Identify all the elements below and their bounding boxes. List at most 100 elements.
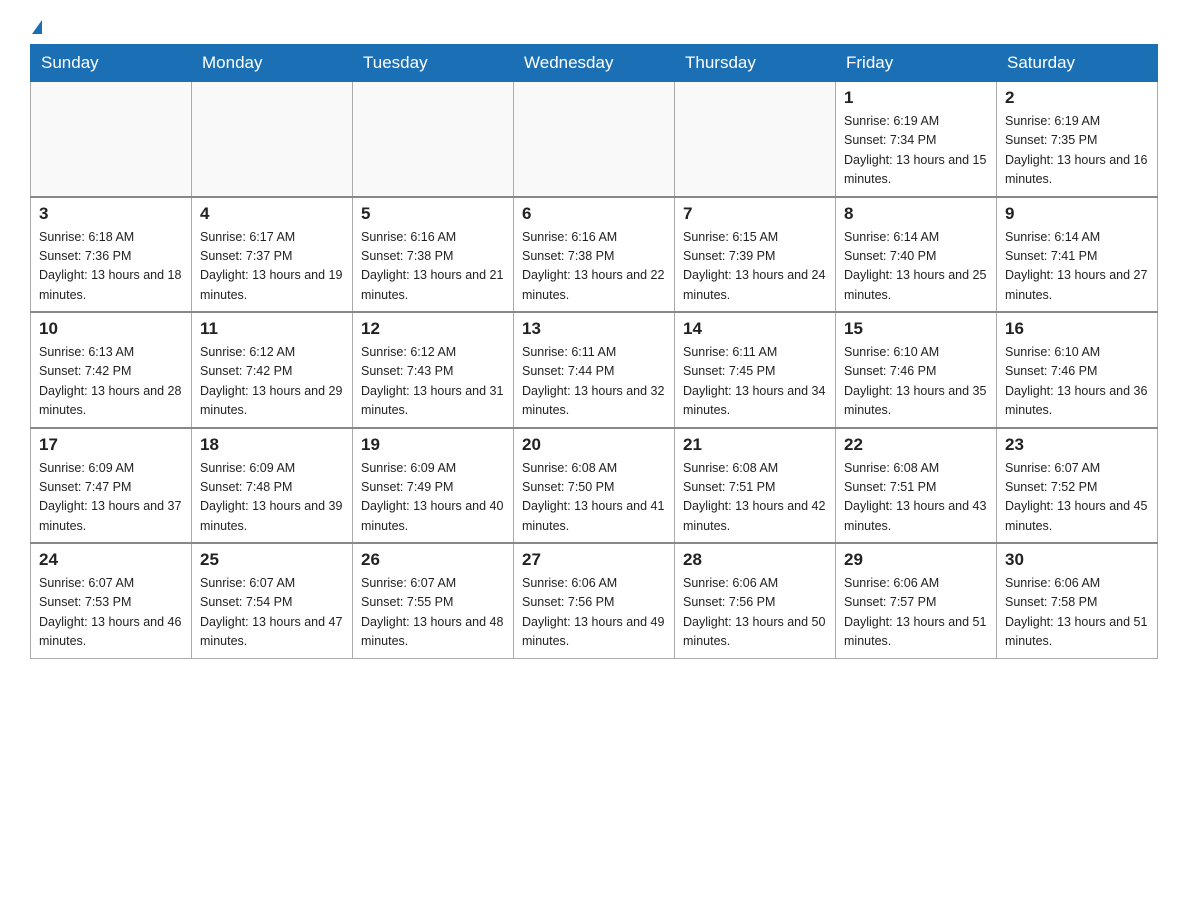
- day-number: 10: [39, 319, 183, 339]
- calendar-cell: 24 Sunrise: 6:07 AMSunset: 7:53 PMDayligh…: [31, 543, 192, 658]
- logo-triangle-icon: [32, 20, 42, 34]
- calendar-cell: 7Sunrise: 6:15 AMSunset: 7:39 PMDaylight…: [675, 197, 836, 313]
- day-number: 18: [200, 435, 344, 455]
- calendar-cell: 2 Sunrise: 6:19 AMSunset: 7:35 PMDaylight…: [997, 82, 1158, 197]
- day-number: 27: [522, 550, 666, 570]
- weekday-header-monday: Monday: [192, 45, 353, 82]
- calendar-cell: 26 Sunrise: 6:07 AMSunset: 7:55 PMDayligh…: [353, 543, 514, 658]
- calendar-cell: 5 Sunrise: 6:16 AMSunset: 7:38 PMDaylight…: [353, 197, 514, 313]
- day-number: 28: [683, 550, 827, 570]
- day-number: 25: [200, 550, 344, 570]
- calendar-header-row: SundayMondayTuesdayWednesdayThursdayFrid…: [31, 45, 1158, 82]
- calendar-cell: 15Sunrise: 6:10 AMSunset: 7:46 PMDayligh…: [836, 312, 997, 428]
- calendar-cell: 14 Sunrise: 6:11 AMSunset: 7:45 PMDayligh…: [675, 312, 836, 428]
- weekday-header-sunday: Sunday: [31, 45, 192, 82]
- day-info: Sunrise: 6:09 AMSunset: 7:49 PMDaylight:…: [361, 459, 505, 537]
- day-info: Sunrise: 6:11 AMSunset: 7:45 PMDaylight:…: [683, 343, 827, 421]
- day-info: Sunrise: 6:06 AMSunset: 7:56 PMDaylight:…: [683, 574, 827, 652]
- day-info: Sunrise: 6:07 AMSunset: 7:54 PMDaylight:…: [200, 574, 344, 652]
- weekday-header-wednesday: Wednesday: [514, 45, 675, 82]
- day-info: Sunrise: 6:06 AMSunset: 7:56 PMDaylight:…: [522, 574, 666, 652]
- day-number: 5: [361, 204, 505, 224]
- day-info: Sunrise: 6:08 AMSunset: 7:51 PMDaylight:…: [683, 459, 827, 537]
- calendar-cell: 19 Sunrise: 6:09 AMSunset: 7:49 PMDayligh…: [353, 428, 514, 544]
- logo: [30, 20, 42, 34]
- day-number: 14: [683, 319, 827, 339]
- calendar-cell: 3 Sunrise: 6:18 AMSunset: 7:36 PMDaylight…: [31, 197, 192, 313]
- day-number: 4: [200, 204, 344, 224]
- calendar-cell: 12 Sunrise: 6:12 AMSunset: 7:43 PMDayligh…: [353, 312, 514, 428]
- day-number: 9: [1005, 204, 1149, 224]
- day-number: 17: [39, 435, 183, 455]
- calendar-week-row: 1 Sunrise: 6:19 AMSunset: 7:34 PMDaylight…: [31, 82, 1158, 197]
- calendar-cell: 30Sunrise: 6:06 AMSunset: 7:58 PMDayligh…: [997, 543, 1158, 658]
- calendar-cell: 28 Sunrise: 6:06 AMSunset: 7:56 PMDayligh…: [675, 543, 836, 658]
- day-info: Sunrise: 6:11 AMSunset: 7:44 PMDaylight:…: [522, 343, 666, 421]
- calendar-cell: 18 Sunrise: 6:09 AMSunset: 7:48 PMDayligh…: [192, 428, 353, 544]
- day-number: 24: [39, 550, 183, 570]
- day-number: 8: [844, 204, 988, 224]
- day-number: 22: [844, 435, 988, 455]
- calendar-cell: [31, 82, 192, 197]
- calendar-cell: 8 Sunrise: 6:14 AMSunset: 7:40 PMDaylight…: [836, 197, 997, 313]
- day-number: 12: [361, 319, 505, 339]
- day-info: Sunrise: 6:14 AMSunset: 7:41 PMDaylight:…: [1005, 228, 1149, 306]
- calendar-cell: 9 Sunrise: 6:14 AMSunset: 7:41 PMDaylight…: [997, 197, 1158, 313]
- calendar-cell: 29 Sunrise: 6:06 AMSunset: 7:57 PMDayligh…: [836, 543, 997, 658]
- day-info: Sunrise: 6:06 AMSunset: 7:58 PMDaylight:…: [1005, 574, 1149, 652]
- day-number: 16: [1005, 319, 1149, 339]
- day-number: 6: [522, 204, 666, 224]
- calendar-cell: 11 Sunrise: 6:12 AMSunset: 7:42 PMDayligh…: [192, 312, 353, 428]
- calendar-cell: 27 Sunrise: 6:06 AMSunset: 7:56 PMDayligh…: [514, 543, 675, 658]
- calendar-cell: [514, 82, 675, 197]
- day-number: 26: [361, 550, 505, 570]
- calendar-week-row: 17 Sunrise: 6:09 AMSunset: 7:47 PMDayligh…: [31, 428, 1158, 544]
- day-info: Sunrise: 6:13 AMSunset: 7:42 PMDaylight:…: [39, 343, 183, 421]
- calendar-cell: 13 Sunrise: 6:11 AMSunset: 7:44 PMDayligh…: [514, 312, 675, 428]
- day-number: 13: [522, 319, 666, 339]
- calendar-cell: 10 Sunrise: 6:13 AMSunset: 7:42 PMDayligh…: [31, 312, 192, 428]
- day-info: Sunrise: 6:16 AMSunset: 7:38 PMDaylight:…: [522, 228, 666, 306]
- day-number: 7: [683, 204, 827, 224]
- calendar-week-row: 24 Sunrise: 6:07 AMSunset: 7:53 PMDayligh…: [31, 543, 1158, 658]
- day-number: 29: [844, 550, 988, 570]
- calendar-cell: 25 Sunrise: 6:07 AMSunset: 7:54 PMDayligh…: [192, 543, 353, 658]
- day-number: 20: [522, 435, 666, 455]
- day-number: 1: [844, 88, 988, 108]
- calendar-cell: 16Sunrise: 6:10 AMSunset: 7:46 PMDayligh…: [997, 312, 1158, 428]
- calendar-cell: [675, 82, 836, 197]
- day-info: Sunrise: 6:06 AMSunset: 7:57 PMDaylight:…: [844, 574, 988, 652]
- day-number: 3: [39, 204, 183, 224]
- weekday-header-saturday: Saturday: [997, 45, 1158, 82]
- calendar-week-row: 10 Sunrise: 6:13 AMSunset: 7:42 PMDayligh…: [31, 312, 1158, 428]
- calendar-cell: 6 Sunrise: 6:16 AMSunset: 7:38 PMDaylight…: [514, 197, 675, 313]
- day-info: Sunrise: 6:12 AMSunset: 7:42 PMDaylight:…: [200, 343, 344, 421]
- day-info: Sunrise: 6:18 AMSunset: 7:36 PMDaylight:…: [39, 228, 183, 306]
- day-info: Sunrise: 6:12 AMSunset: 7:43 PMDaylight:…: [361, 343, 505, 421]
- day-info: Sunrise: 6:08 AMSunset: 7:50 PMDaylight:…: [522, 459, 666, 537]
- calendar-cell: 22 Sunrise: 6:08 AMSunset: 7:51 PMDayligh…: [836, 428, 997, 544]
- day-info: Sunrise: 6:19 AMSunset: 7:34 PMDaylight:…: [844, 112, 988, 190]
- day-info: Sunrise: 6:19 AMSunset: 7:35 PMDaylight:…: [1005, 112, 1149, 190]
- day-number: 23: [1005, 435, 1149, 455]
- weekday-header-tuesday: Tuesday: [353, 45, 514, 82]
- day-info: Sunrise: 6:09 AMSunset: 7:47 PMDaylight:…: [39, 459, 183, 537]
- day-info: Sunrise: 6:09 AMSunset: 7:48 PMDaylight:…: [200, 459, 344, 537]
- day-info: Sunrise: 6:08 AMSunset: 7:51 PMDaylight:…: [844, 459, 988, 537]
- calendar-cell: 20 Sunrise: 6:08 AMSunset: 7:50 PMDayligh…: [514, 428, 675, 544]
- day-number: 2: [1005, 88, 1149, 108]
- calendar-cell: 17 Sunrise: 6:09 AMSunset: 7:47 PMDayligh…: [31, 428, 192, 544]
- day-info: Sunrise: 6:07 AMSunset: 7:55 PMDaylight:…: [361, 574, 505, 652]
- day-info: Sunrise: 6:07 AMSunset: 7:53 PMDaylight:…: [39, 574, 183, 652]
- day-number: 19: [361, 435, 505, 455]
- calendar-cell: [353, 82, 514, 197]
- day-info: Sunrise: 6:16 AMSunset: 7:38 PMDaylight:…: [361, 228, 505, 306]
- weekday-header-friday: Friday: [836, 45, 997, 82]
- day-number: 11: [200, 319, 344, 339]
- weekday-header-thursday: Thursday: [675, 45, 836, 82]
- day-number: 21: [683, 435, 827, 455]
- calendar-cell: [192, 82, 353, 197]
- day-info: Sunrise: 6:10 AMSunset: 7:46 PMDaylight:…: [844, 343, 988, 421]
- calendar-cell: 23Sunrise: 6:07 AMSunset: 7:52 PMDayligh…: [997, 428, 1158, 544]
- day-info: Sunrise: 6:14 AMSunset: 7:40 PMDaylight:…: [844, 228, 988, 306]
